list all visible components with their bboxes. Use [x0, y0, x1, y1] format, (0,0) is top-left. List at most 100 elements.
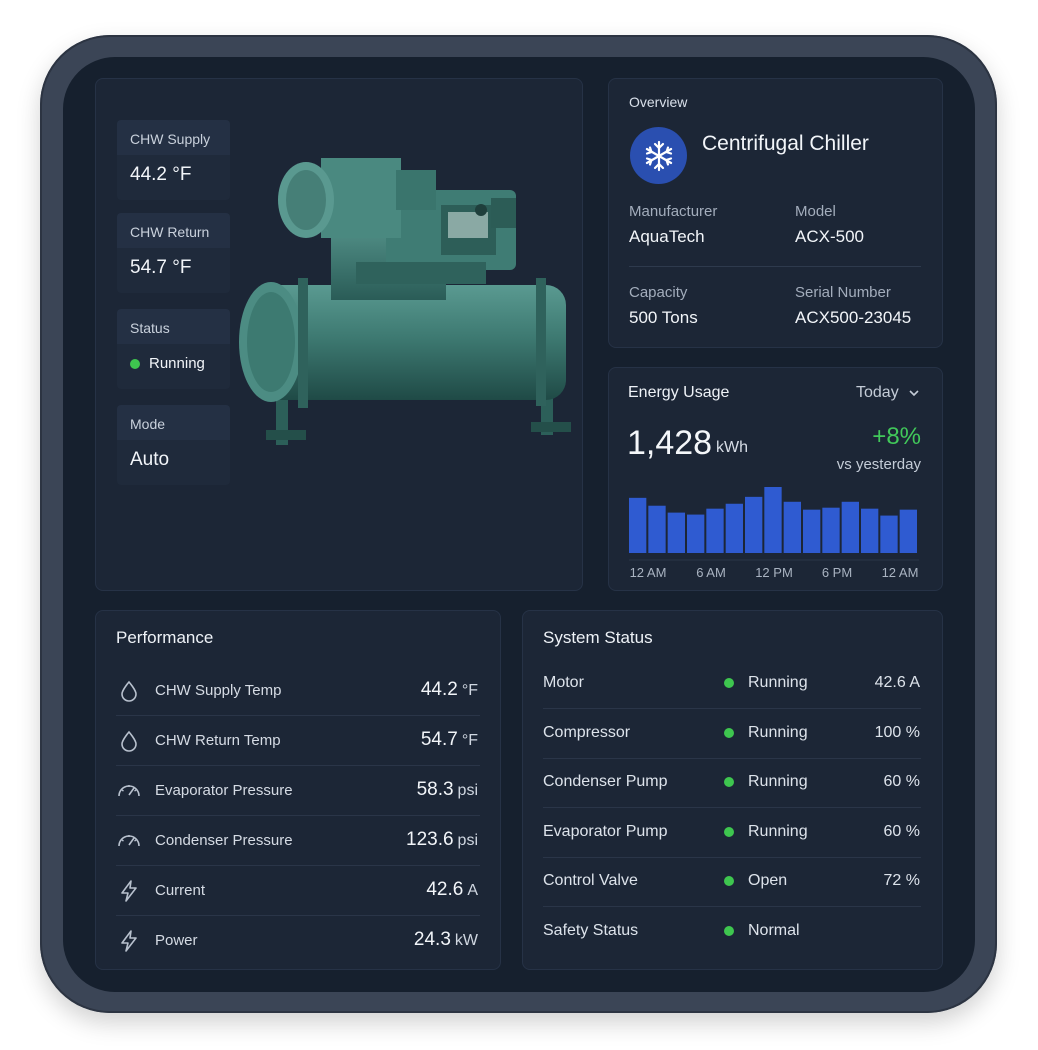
- status-text: Running: [149, 355, 205, 372]
- energy-bar: [899, 509, 917, 553]
- metric-unit: °F: [461, 732, 478, 749]
- metric-number: 54.7: [420, 729, 458, 750]
- tile-value: 54.7 °F: [130, 257, 192, 278]
- metric-number: 42.6: [426, 879, 464, 900]
- tile-value: Running: [117, 344, 230, 372]
- x-tick-label: 12 PM: [755, 565, 793, 580]
- component-label: Compressor: [543, 723, 631, 741]
- x-tick-label: 6 AM: [696, 565, 726, 580]
- status-dot-icon: [724, 925, 734, 936]
- metric-unit: psi: [457, 832, 478, 849]
- serial-value: ACX500-23045: [795, 308, 912, 327]
- energy-bar: [861, 508, 879, 553]
- performance-row: Evaporator Pressure 58.3 psi: [116, 766, 480, 816]
- performance-row: Condenser Pressure 123.6 psi: [116, 816, 480, 866]
- energy-value: 1,428: [627, 424, 713, 462]
- period-value: Today: [856, 384, 899, 401]
- metric-label: Power: [155, 932, 198, 949]
- gauge-icon: [116, 828, 142, 854]
- tile-value: 44.2 °F: [130, 164, 192, 185]
- energy-bar: [764, 487, 782, 553]
- metric-value: 123.6 psi: [406, 829, 478, 851]
- metric-unit: kW: [454, 932, 478, 949]
- divider: [629, 266, 921, 267]
- status-row: Compressor Running 100 %: [543, 709, 921, 759]
- component-label: Evaporator Pump: [543, 822, 668, 840]
- tile-value: Auto: [130, 449, 170, 470]
- status-row: Safety Status Normal: [543, 907, 921, 957]
- chw-return-tile: CHW Return 54.7 °F: [117, 213, 230, 293]
- component-label: Control Valve: [543, 872, 638, 889]
- bolt-icon: [116, 878, 142, 904]
- status-text: Running: [748, 773, 808, 790]
- component-status: Running: [724, 724, 808, 742]
- tile-label: Mode: [117, 405, 230, 440]
- metric-value: 24.3 kW: [414, 929, 478, 951]
- energy-change-caption: vs yesterday: [836, 456, 921, 473]
- metric-number: 123.6: [406, 829, 454, 850]
- metric-number: 44.2: [420, 679, 458, 700]
- period-dropdown[interactable]: Today: [856, 384, 921, 402]
- energy-bar: [648, 505, 666, 553]
- metric-unit: A: [467, 882, 478, 899]
- energy-bar: [725, 503, 743, 553]
- performance-row: CHW Supply Temp 44.2 °F: [116, 666, 480, 716]
- energy-bar: [841, 501, 859, 553]
- component-value: 100 %: [874, 723, 920, 741]
- status-tile: Status Running: [117, 309, 230, 389]
- energy-bar: [783, 501, 801, 553]
- status-text: Running: [748, 723, 808, 741]
- component-value: 42.6 A: [874, 674, 920, 691]
- capacity-value: 500 Tons: [629, 308, 698, 327]
- status-dot-icon: [724, 727, 734, 738]
- snowflake-glyph: [645, 140, 672, 171]
- component-status: Open: [724, 872, 787, 890]
- energy-bar: [880, 515, 898, 553]
- status-text: Running: [748, 674, 808, 691]
- x-tick-label: 6 PM: [822, 565, 852, 580]
- component-label: Motor: [543, 674, 584, 691]
- component-value: 60 %: [883, 773, 920, 790]
- metric-label: Condenser Pressure: [155, 832, 293, 849]
- snowflake-icon: [630, 127, 687, 184]
- metric-label: CHW Return Temp: [155, 732, 281, 749]
- metric-value: 44.2 °F: [421, 679, 478, 701]
- performance-row: Current 42.6 A: [116, 866, 480, 916]
- metric-number: 58.3: [416, 779, 454, 800]
- metric-label: CHW Supply Temp: [155, 682, 282, 699]
- status-text: Open: [748, 872, 788, 889]
- energy-bar: [629, 497, 647, 553]
- chevron-down-icon: [909, 390, 919, 397]
- overview-title: Overview: [629, 94, 688, 110]
- component-status: Running: [724, 823, 808, 841]
- metric-value: 42.6 A: [426, 879, 478, 901]
- performance-row: Power 24.3 kW: [116, 916, 480, 966]
- system-status-title: System Status: [543, 628, 653, 647]
- model-value: ACX-500: [795, 227, 864, 246]
- bolt-icon: [116, 928, 142, 954]
- energy-bar: [822, 507, 840, 553]
- metric-unit: °F: [461, 682, 478, 699]
- serial-label: Serial Number: [795, 284, 891, 301]
- metric-value: 54.7 °F: [421, 729, 478, 751]
- tile-label: Status: [117, 309, 230, 344]
- energy-bar: [687, 514, 705, 553]
- status-row: Control Valve Open 72 %: [543, 857, 921, 907]
- metric-label: Evaporator Pressure: [155, 782, 293, 799]
- performance-row: CHW Return Temp 54.7 °F: [116, 716, 480, 766]
- x-tick-label: 12 AM: [630, 565, 667, 580]
- energy-bar: [667, 512, 685, 553]
- metric-number: 24.3: [413, 929, 451, 950]
- equipment-name: Centrifugal Chiller: [702, 132, 869, 155]
- status-dot-icon: [724, 826, 734, 837]
- component-value: 72 %: [883, 872, 920, 889]
- component-value: 60 %: [883, 822, 920, 840]
- component-status: Normal: [724, 922, 800, 940]
- chiller-illustration: [239, 158, 571, 445]
- droplet-icon: [116, 678, 142, 704]
- status-dot-icon: [130, 358, 140, 369]
- tile-label: CHW Supply: [117, 120, 230, 155]
- energy-change: +8%: [872, 423, 921, 450]
- manufacturer-value: AquaTech: [629, 227, 705, 246]
- component-status: Running: [724, 773, 808, 791]
